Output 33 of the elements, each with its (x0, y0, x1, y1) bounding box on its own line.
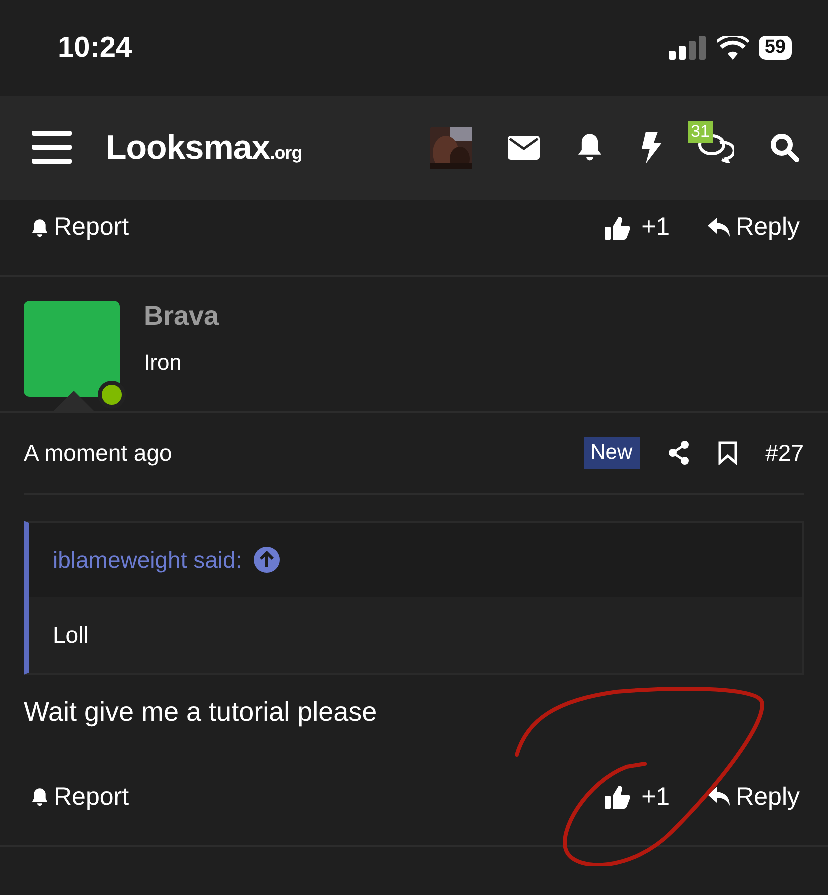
bell-icon (30, 216, 50, 238)
search-icon[interactable] (770, 133, 800, 163)
share-icon[interactable] (668, 441, 690, 465)
bell-icon (30, 786, 50, 808)
status-time: 10:24 (58, 32, 132, 64)
notification-badge: 31 (688, 121, 713, 143)
reply-button[interactable]: Reply (708, 213, 800, 242)
battery-level: 59 (758, 36, 792, 60)
user-title: Iron (144, 350, 183, 376)
username[interactable]: Brava (144, 301, 220, 331)
thumbs-up-icon (604, 784, 632, 810)
report-button[interactable]: Report (30, 213, 130, 242)
signal-icon (668, 36, 707, 60)
thumbs-up-icon (604, 214, 632, 240)
report-button[interactable]: Report (30, 782, 130, 812)
lightning-icon[interactable] (640, 132, 662, 164)
like-button[interactable]: +1 (604, 782, 670, 812)
post-number[interactable]: #27 (766, 440, 804, 466)
bookmark-icon[interactable] (718, 441, 738, 465)
post-body: Wait give me a tutorial please (23, 696, 378, 729)
reply-icon (708, 787, 732, 807)
arrow-up-circle-icon[interactable] (254, 547, 280, 573)
reply-button[interactable]: Reply (708, 782, 800, 812)
post-time[interactable]: A moment ago (24, 440, 172, 466)
reply-icon (708, 218, 732, 238)
new-tag: New (584, 437, 640, 469)
mail-icon[interactable] (508, 136, 540, 160)
bell-icon[interactable] (576, 133, 604, 163)
menu-icon[interactable] (32, 131, 72, 165)
site-logo[interactable]: Looksmax.org (106, 128, 302, 168)
wifi-icon (716, 36, 749, 60)
like-button[interactable]: +1 (604, 213, 670, 242)
quote-author-link[interactable]: iblameweight said: (53, 546, 242, 574)
